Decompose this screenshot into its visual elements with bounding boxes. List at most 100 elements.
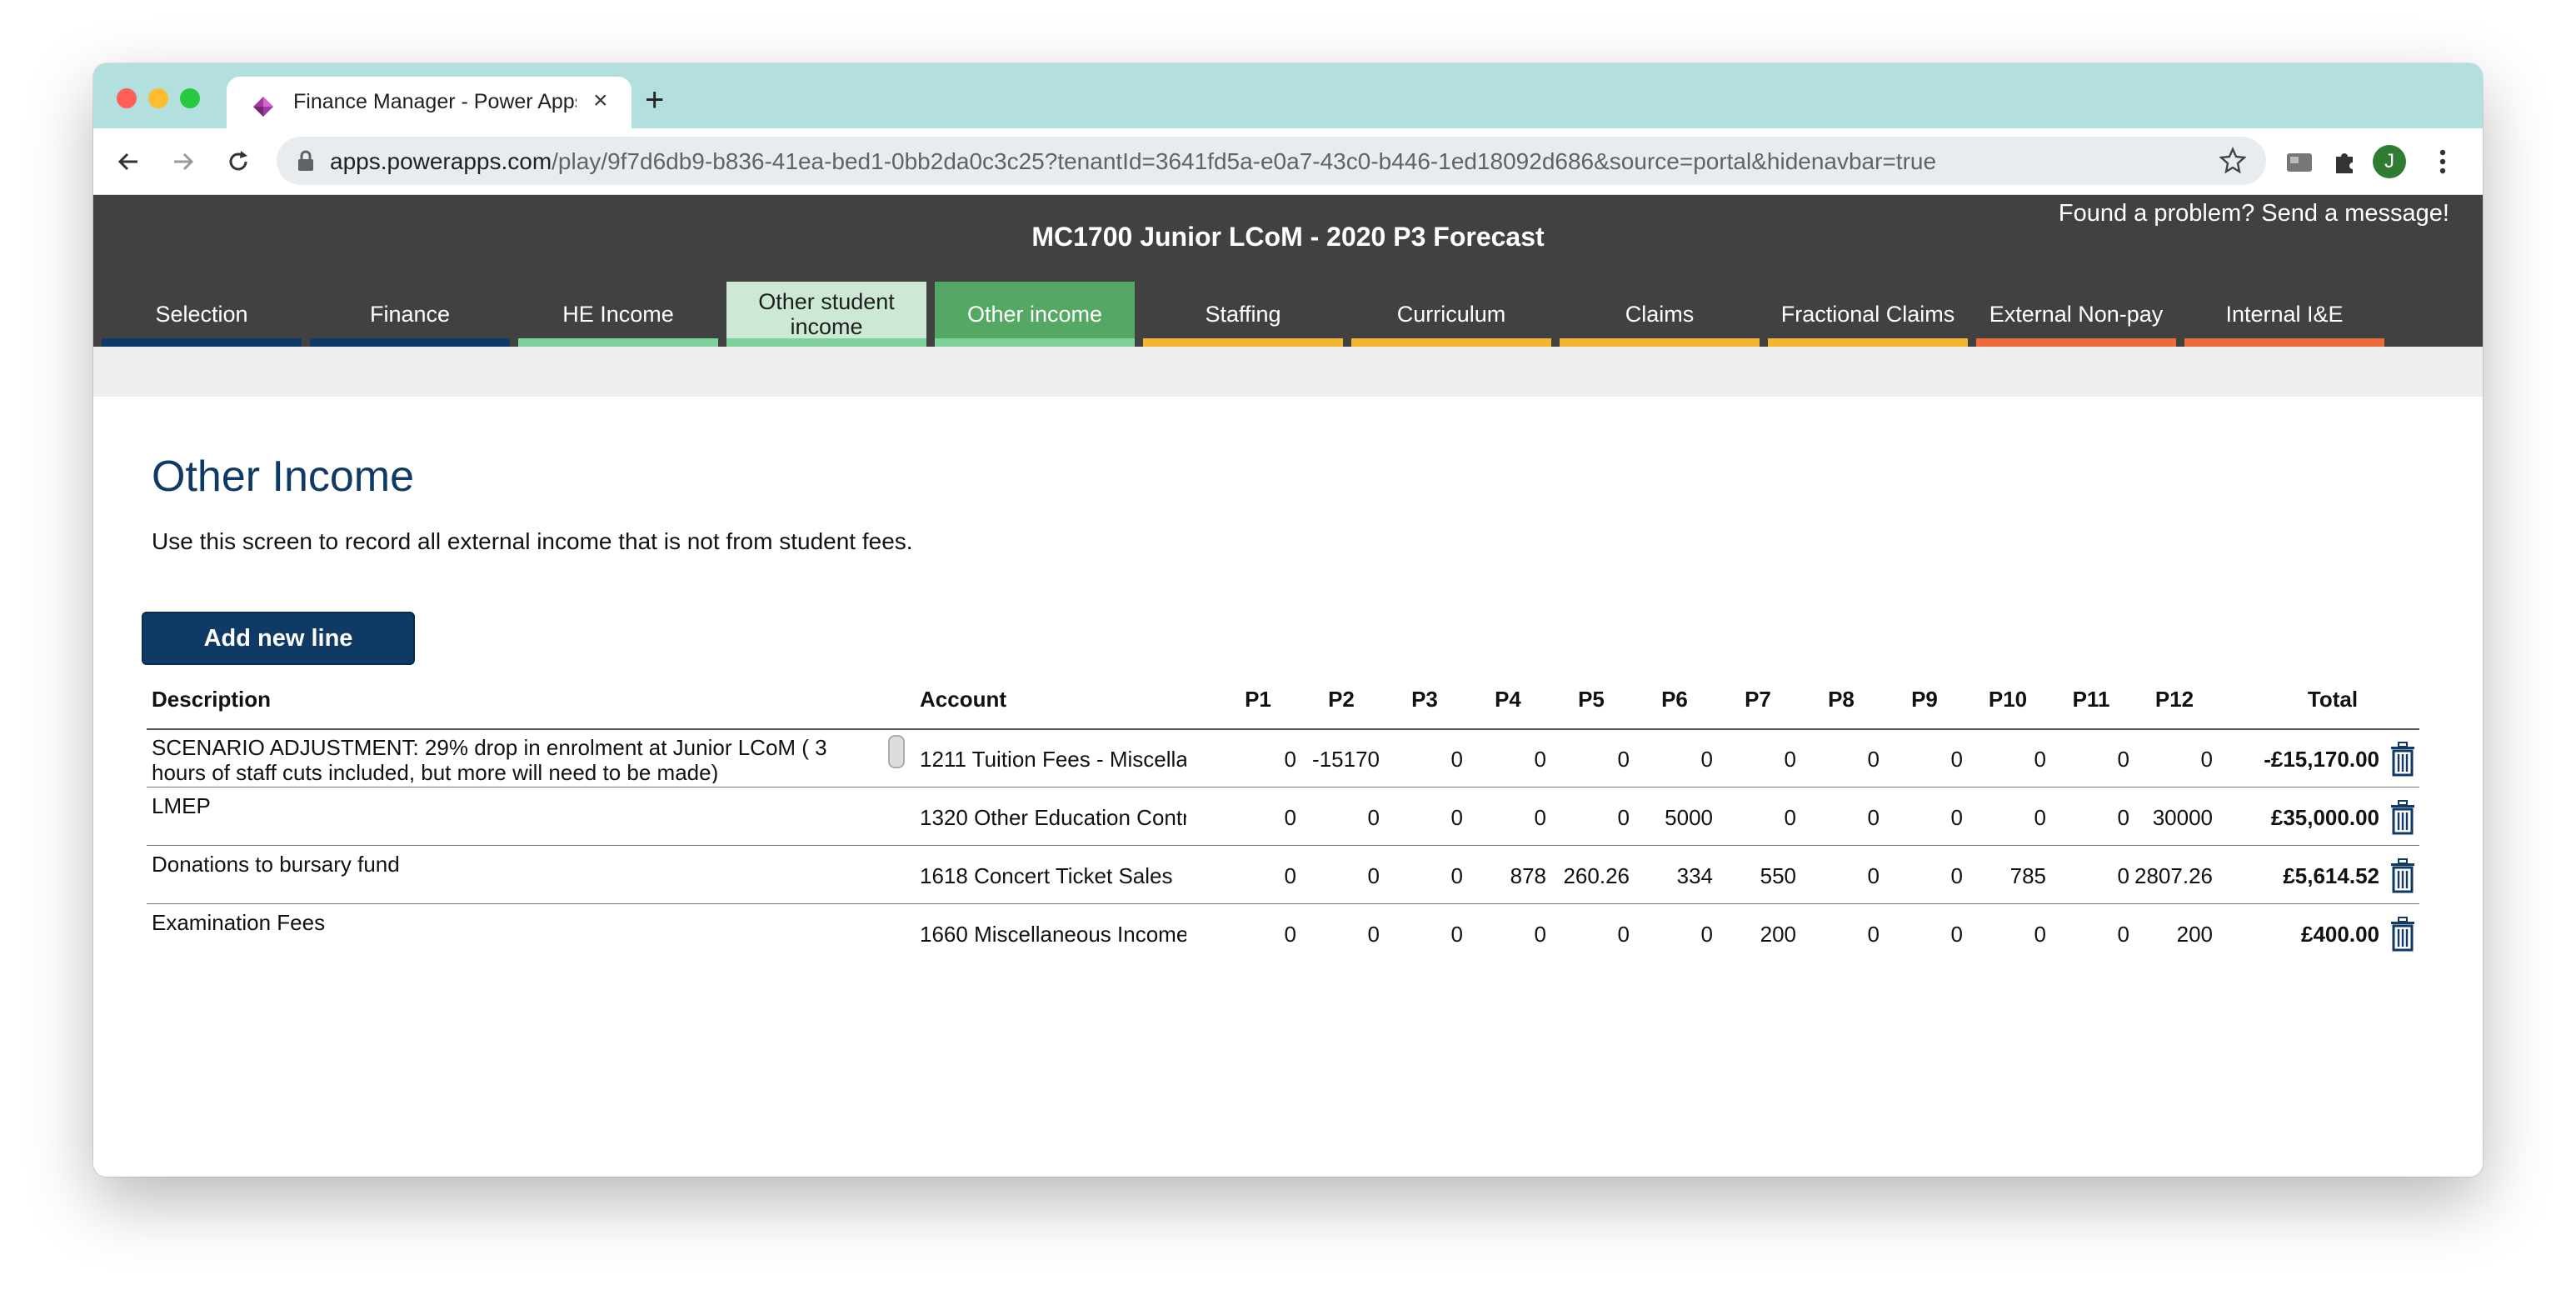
delete-trash-icon[interactable] — [2389, 858, 2416, 893]
period-p11-input[interactable]: 0 — [2054, 905, 2129, 963]
table-row[interactable]: LMEP1320 Other Education Contracts000005… — [147, 788, 2419, 847]
puzzle-extensions-icon[interactable] — [2328, 145, 2361, 178]
description-input[interactable]: Donations to bursary fund — [152, 852, 860, 900]
description-scrollbar[interactable] — [888, 735, 905, 768]
period-p4-input[interactable]: 0 — [1471, 788, 1546, 847]
table-row[interactable]: SCENARIO ADJUSTMENT: 29% drop in enrolme… — [147, 730, 2419, 788]
period-p8-input[interactable]: 0 — [1805, 788, 1880, 847]
period-p9-input[interactable]: 0 — [1888, 847, 1963, 905]
description-input[interactable]: Examination Fees — [152, 910, 860, 958]
header-p9: P9 — [1911, 686, 1938, 712]
period-p10-input[interactable]: 0 — [1971, 730, 2046, 788]
period-p4-input[interactable]: 0 — [1471, 730, 1546, 788]
bookmark-star-icon[interactable] — [2219, 147, 2246, 173]
period-p5-input[interactable]: 260.26 — [1555, 847, 1630, 905]
page-title: Other Income — [152, 452, 415, 501]
period-p5-input[interactable]: 0 — [1555, 730, 1630, 788]
period-p7-input[interactable]: 550 — [1721, 847, 1796, 905]
more-menu-icon[interactable] — [2426, 145, 2459, 178]
period-p2-input[interactable]: -15170 — [1305, 730, 1380, 788]
period-p9-input[interactable]: 0 — [1888, 788, 1963, 847]
tab-color-bar — [1976, 338, 2176, 347]
account-dropdown[interactable]: 1660 Miscellaneous Income — [920, 905, 1186, 963]
period-p6-input[interactable]: 334 — [1638, 847, 1713, 905]
browser-tab[interactable]: Finance Manager - Power Apps × — [227, 77, 632, 128]
account-dropdown[interactable]: 1320 Other Education Contracts — [920, 788, 1186, 847]
tab-external-non-pay[interactable]: External Non-pay — [1976, 282, 2176, 347]
tab-selection[interactable]: Selection — [102, 282, 302, 347]
period-p7-input[interactable]: 0 — [1721, 730, 1796, 788]
period-p10-input[interactable]: 0 — [1971, 905, 2046, 963]
period-p3-input[interactable]: 0 — [1388, 847, 1463, 905]
extension-icon[interactable] — [2283, 145, 2316, 178]
period-p11-input[interactable]: 0 — [2054, 730, 2129, 788]
period-p9-input[interactable]: 0 — [1888, 730, 1963, 788]
tab-curriculum[interactable]: Curriculum — [1351, 282, 1551, 347]
forward-icon[interactable] — [168, 147, 198, 177]
header-p1: P1 — [1245, 686, 1271, 712]
delete-trash-icon[interactable] — [2389, 742, 2416, 777]
period-p12-input[interactable]: 0 — [2138, 730, 2213, 788]
period-p3-input[interactable]: 0 — [1388, 788, 1463, 847]
period-p11-input[interactable]: 0 — [2054, 788, 2129, 847]
account-dropdown[interactable]: 1618 Concert Ticket Sales — [920, 847, 1186, 905]
add-new-line-button[interactable]: Add new line — [142, 612, 415, 665]
browser-titlebar: Finance Manager - Power Apps × + — [93, 63, 2483, 128]
period-p5-input[interactable]: 0 — [1555, 788, 1630, 847]
period-p8-input[interactable]: 0 — [1805, 847, 1880, 905]
period-p4-input[interactable]: 0 — [1471, 905, 1546, 963]
period-p4-input[interactable]: 878 — [1471, 847, 1546, 905]
address-bar[interactable]: apps.powerapps.com/play/9f7d6db9-b836-41… — [277, 137, 2266, 185]
period-p3-input[interactable]: 0 — [1388, 905, 1463, 963]
table-row[interactable]: Donations to bursary fund 1618 Concert Ti… — [147, 847, 2419, 905]
delete-trash-icon[interactable] — [2389, 800, 2416, 835]
period-p11-input[interactable]: 0 — [2054, 847, 2129, 905]
period-p1-input[interactable]: 0 — [1221, 847, 1296, 905]
period-p2-input[interactable]: 0 — [1305, 905, 1380, 963]
period-p8-input[interactable]: 0 — [1805, 730, 1880, 788]
tab-claims[interactable]: Claims — [1560, 282, 1760, 347]
delete-trash-icon[interactable] — [2389, 917, 2416, 952]
tab-close-icon[interactable]: × — [593, 88, 608, 113]
tab-label: HE Income — [562, 302, 674, 327]
period-p3-input[interactable]: 0 — [1388, 730, 1463, 788]
back-icon[interactable] — [113, 147, 143, 177]
minimize-window-button[interactable] — [148, 88, 168, 108]
period-p7-input[interactable]: 0 — [1721, 788, 1796, 847]
tab-internal-i-e[interactable]: Internal I&E — [2184, 282, 2384, 347]
row-total: £400.00 — [2301, 921, 2379, 947]
table-row[interactable]: Examination Fees 1660 Miscellaneous Incom… — [147, 905, 2419, 963]
tab-he-income[interactable]: HE Income — [518, 282, 718, 347]
period-p1-input[interactable]: 0 — [1221, 905, 1296, 963]
period-p6-input[interactable]: 5000 — [1638, 788, 1713, 847]
tab-staffing[interactable]: Staffing — [1143, 282, 1343, 347]
period-p2-input[interactable]: 0 — [1305, 847, 1380, 905]
period-p1-input[interactable]: 0 — [1221, 730, 1296, 788]
period-p1-input[interactable]: 0 — [1221, 788, 1296, 847]
period-p6-input[interactable]: 0 — [1638, 905, 1713, 963]
profile-avatar[interactable]: J — [2373, 145, 2406, 178]
period-p6-input[interactable]: 0 — [1638, 730, 1713, 788]
close-window-button[interactable] — [117, 88, 137, 108]
period-p12-input[interactable]: 30000 — [2138, 788, 2213, 847]
row-divider — [147, 845, 2419, 846]
tab-other-student-income[interactable]: Other student income — [726, 282, 926, 347]
period-p10-input[interactable]: 0 — [1971, 788, 2046, 847]
maximize-window-button[interactable] — [180, 88, 200, 108]
description-input[interactable]: SCENARIO ADJUSTMENT: 29% drop in enrolme… — [152, 735, 860, 783]
period-p8-input[interactable]: 0 — [1805, 905, 1880, 963]
tab-other-income[interactable]: Other income — [935, 282, 1135, 347]
account-dropdown[interactable]: 1211 Tuition Fees - Miscellaneous — [920, 730, 1186, 788]
period-p5-input[interactable]: 0 — [1555, 905, 1630, 963]
period-p12-input[interactable]: 200 — [2138, 905, 2213, 963]
description-input[interactable]: LMEP — [152, 793, 860, 842]
period-p2-input[interactable]: 0 — [1305, 788, 1380, 847]
period-p9-input[interactable]: 0 — [1888, 905, 1963, 963]
period-p10-input[interactable]: 785 — [1971, 847, 2046, 905]
period-p7-input[interactable]: 200 — [1721, 905, 1796, 963]
new-tab-button[interactable]: + — [645, 83, 664, 117]
period-p12-input[interactable]: 2807.26 — [2134, 847, 2213, 905]
tab-finance[interactable]: Finance — [310, 282, 510, 347]
reload-icon[interactable] — [223, 147, 253, 177]
tab-fractional-claims[interactable]: Fractional Claims — [1768, 282, 1968, 347]
